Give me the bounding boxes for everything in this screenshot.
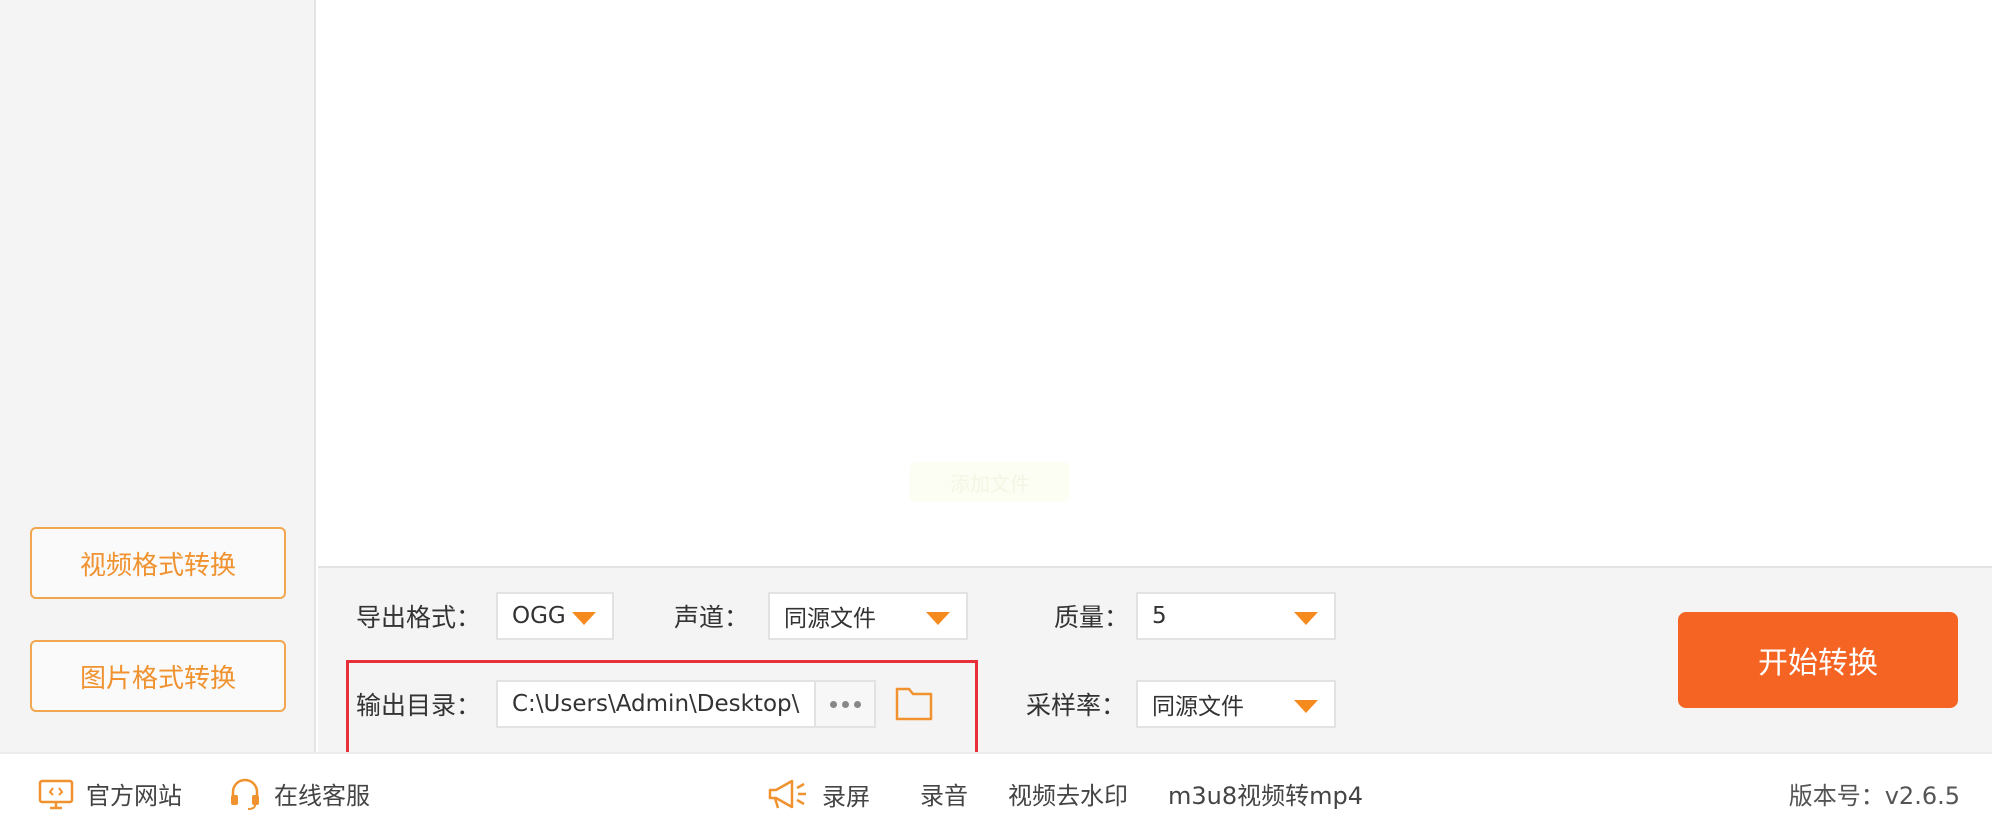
ellipsis-icon[interactable]	[814, 680, 876, 728]
quality-value: 5	[1152, 603, 1167, 629]
output-dir-field[interactable]: C:\Users\Admin\Desktop\	[496, 680, 816, 728]
headset-icon	[228, 777, 262, 811]
file-drop-area[interactable]: 添加文件	[318, 0, 1992, 566]
quality-select[interactable]: 5	[1136, 592, 1336, 640]
sample-rate-select[interactable]: 同源文件	[1136, 680, 1336, 728]
online-service-label: 在线客服	[274, 782, 370, 810]
monitor-icon	[38, 778, 74, 810]
channel-label: 声道：	[674, 603, 750, 632]
output-dir-label: 输出目录：	[356, 691, 482, 720]
official-site-label: 官方网站	[86, 782, 182, 810]
channel-value: 同源文件	[784, 606, 876, 632]
remove-watermark-label: 视频去水印	[1008, 782, 1128, 810]
settings-panel: 导出格式： OGG 声道： 同源文件 质量： 5 输出目录： C:\Users\…	[318, 566, 1992, 756]
export-format-value: OGG	[512, 603, 566, 629]
m3u8-label: m3u8视频转mp4	[1168, 782, 1364, 810]
m3u8-to-mp4-link[interactable]: m3u8视频转mp4	[1168, 776, 1363, 811]
sample-rate-label: 采样率：	[1026, 691, 1127, 720]
caret-down-icon	[926, 612, 950, 625]
image-format-convert-button[interactable]: 图片格式转换	[30, 640, 286, 712]
start-convert-button[interactable]: 开始转换	[1678, 612, 1958, 708]
quality-label: 质量：	[1054, 603, 1130, 632]
export-format-select[interactable]: OGG	[496, 592, 614, 640]
folder-icon[interactable]	[894, 684, 936, 724]
footer: 官方网站 在线客服 录屏 录音 视频去水印 m3u8视频转mp4 版本号：v2.…	[0, 752, 1992, 832]
caret-down-icon	[1294, 612, 1318, 625]
caret-down-icon	[1294, 700, 1318, 713]
version-text: 版本号：v2.6.5	[1788, 782, 1960, 810]
record-audio-link[interactable]: 录音	[920, 776, 968, 811]
caret-down-icon	[572, 612, 596, 625]
sample-rate-value: 同源文件	[1152, 694, 1244, 720]
channel-select[interactable]: 同源文件	[768, 592, 968, 640]
megaphone-icon	[766, 776, 810, 812]
video-format-convert-button[interactable]: 视频格式转换	[30, 527, 286, 599]
export-format-label: 导出格式：	[356, 603, 482, 632]
record-screen-label: 录屏	[822, 782, 870, 811]
record-screen-link[interactable]: 录屏	[766, 776, 870, 812]
sidebar: 视频格式转换 图片格式转换	[0, 0, 316, 752]
record-audio-label: 录音	[920, 782, 968, 810]
remove-watermark-link[interactable]: 视频去水印	[1008, 776, 1128, 811]
add-file-watermark: 添加文件	[910, 462, 1070, 502]
online-service-link[interactable]: 在线客服	[228, 776, 370, 811]
official-site-link[interactable]: 官方网站	[38, 776, 182, 811]
